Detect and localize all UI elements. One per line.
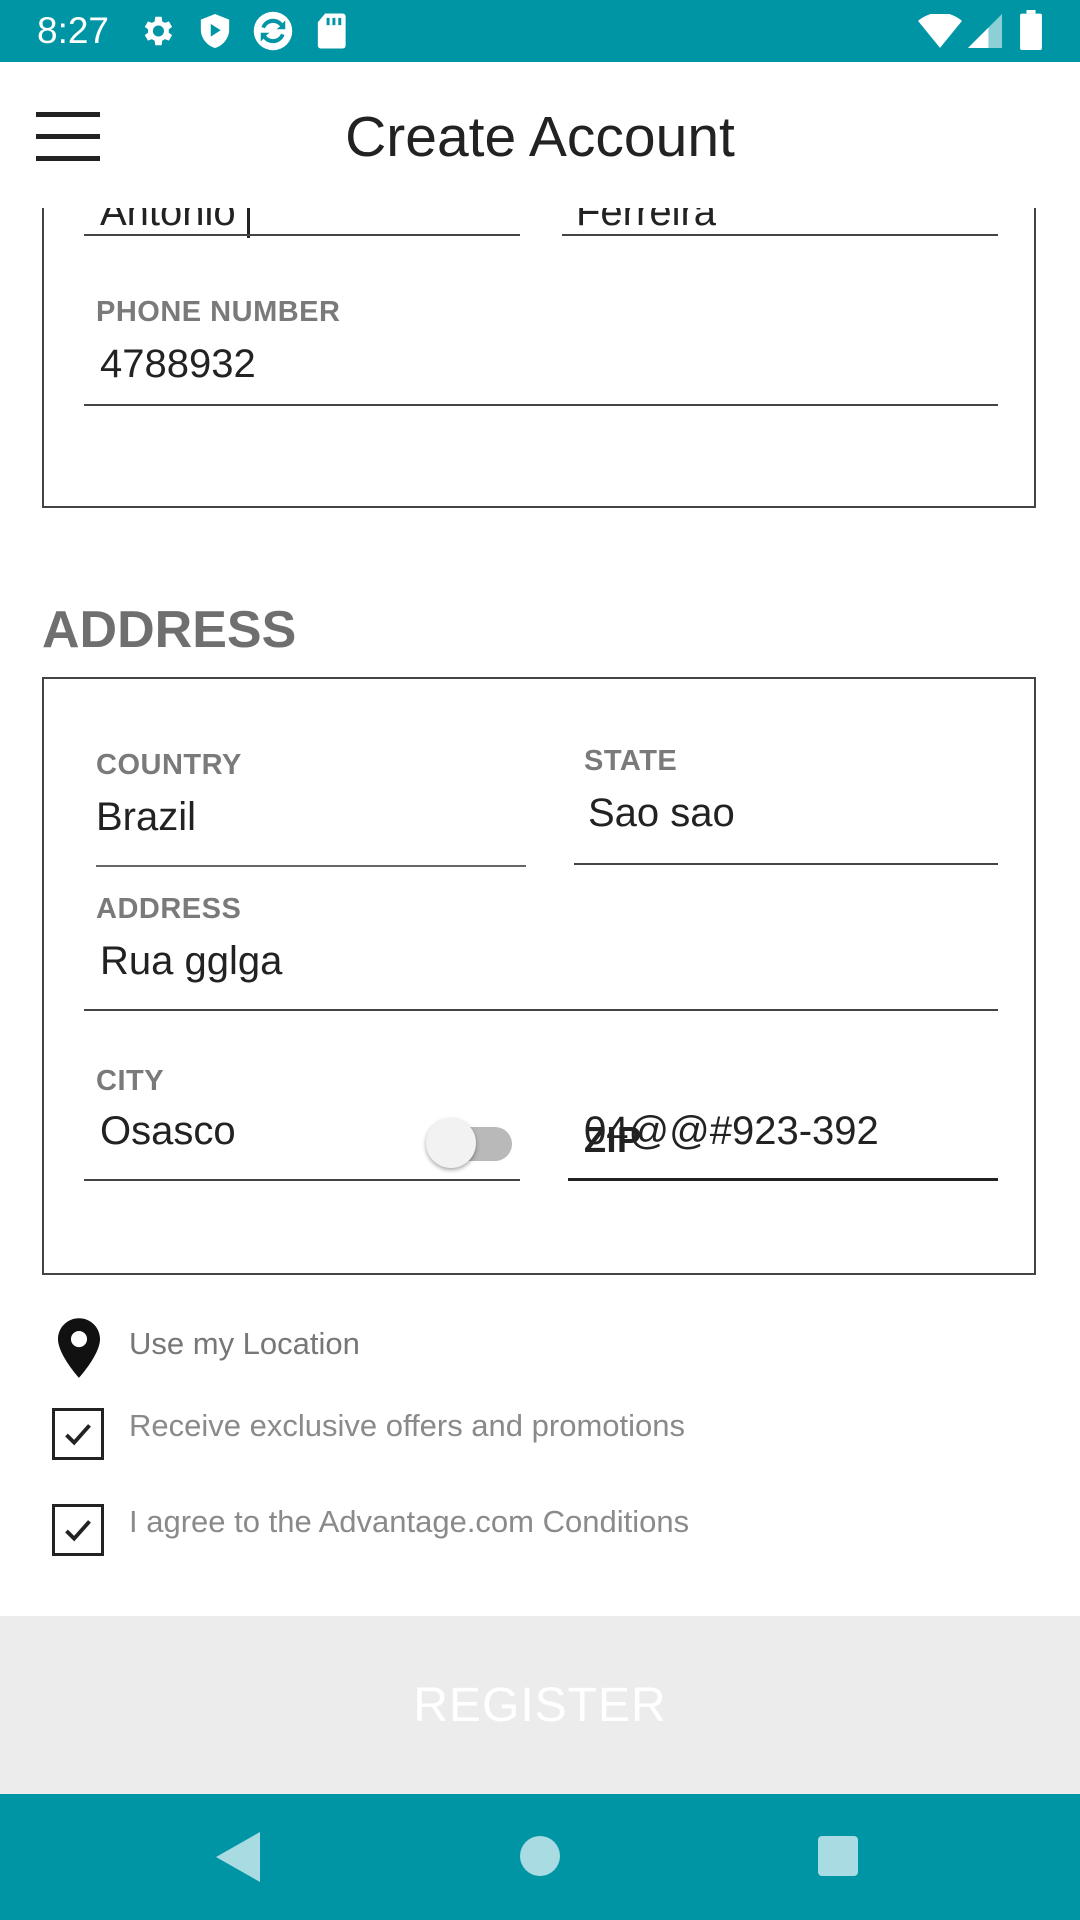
sync-icon: [253, 11, 293, 51]
gear-icon: [144, 16, 173, 46]
register-button[interactable]: REGISTER: [0, 1616, 1080, 1794]
address-panel: COUNTRY Brazil STATE Sao sao ADDRESS Rua…: [42, 677, 1036, 1275]
use-location-label: Use my Location: [129, 1326, 360, 1361]
zip-underline: [568, 1178, 998, 1181]
wifi-icon: [918, 14, 962, 48]
page-title: Create Account: [345, 105, 735, 169]
checkmark-icon: [65, 1424, 91, 1446]
state-underline: [574, 863, 998, 865]
country-field[interactable]: Brazil: [96, 795, 196, 840]
offers-label: Receive exclusive offers and promotions: [129, 1408, 685, 1443]
personal-details-panel: Antonio Ferreira PHONE NUMBER 4788932: [42, 208, 1036, 508]
navigation-bar: [0, 1794, 1080, 1920]
city-field[interactable]: Osasco: [100, 1109, 236, 1154]
agree-checkbox[interactable]: [52, 1504, 104, 1556]
battery-icon: [1020, 10, 1042, 50]
phone-number-field[interactable]: 4788932: [100, 342, 256, 387]
form-content[interactable]: Antonio Ferreira PHONE NUMBER 4788932 AD…: [0, 208, 1080, 1793]
shield-icon: [200, 14, 230, 48]
first-name-field[interactable]: Antonio: [100, 208, 236, 235]
country-underline: [96, 865, 526, 867]
offers-checkbox[interactable]: [52, 1408, 104, 1460]
signal-icon: [968, 14, 1002, 48]
sd-card-icon: [317, 13, 346, 49]
app-bar: Create Account: [0, 62, 1080, 208]
city-label: CITY: [96, 1065, 165, 1097]
first-name-underline: [84, 234, 520, 236]
state-field[interactable]: Sao sao: [588, 791, 735, 836]
address-section-title: ADDRESS: [42, 601, 297, 659]
agree-conditions-label: I agree to the Advantage.com Conditions: [129, 1504, 690, 1539]
location-pin-icon: [58, 1318, 100, 1378]
last-name-underline: [562, 234, 998, 236]
status-bar: 8:27: [0, 0, 1080, 62]
location-toggle-thumb[interactable]: [426, 1118, 476, 1168]
address-underline: [84, 1009, 998, 1011]
city-underline: [84, 1179, 520, 1181]
recents-square-icon[interactable]: [818, 1836, 858, 1876]
address-label: ADDRESS: [96, 893, 242, 925]
back-triangle-icon[interactable]: [216, 1832, 260, 1882]
phone-number-label: PHONE NUMBER: [96, 296, 341, 328]
last-name-field[interactable]: Ferreira: [576, 208, 716, 235]
phone-number-underline: [84, 404, 998, 406]
checkmark-icon: [65, 1520, 91, 1542]
country-label: COUNTRY: [96, 749, 242, 781]
address-field[interactable]: Rua gglga: [100, 939, 282, 984]
zip-field[interactable]: 04@@#923-392: [584, 1109, 879, 1154]
state-label: STATE: [584, 745, 678, 777]
status-time: 8:27: [37, 10, 110, 51]
home-circle-icon[interactable]: [520, 1836, 560, 1876]
